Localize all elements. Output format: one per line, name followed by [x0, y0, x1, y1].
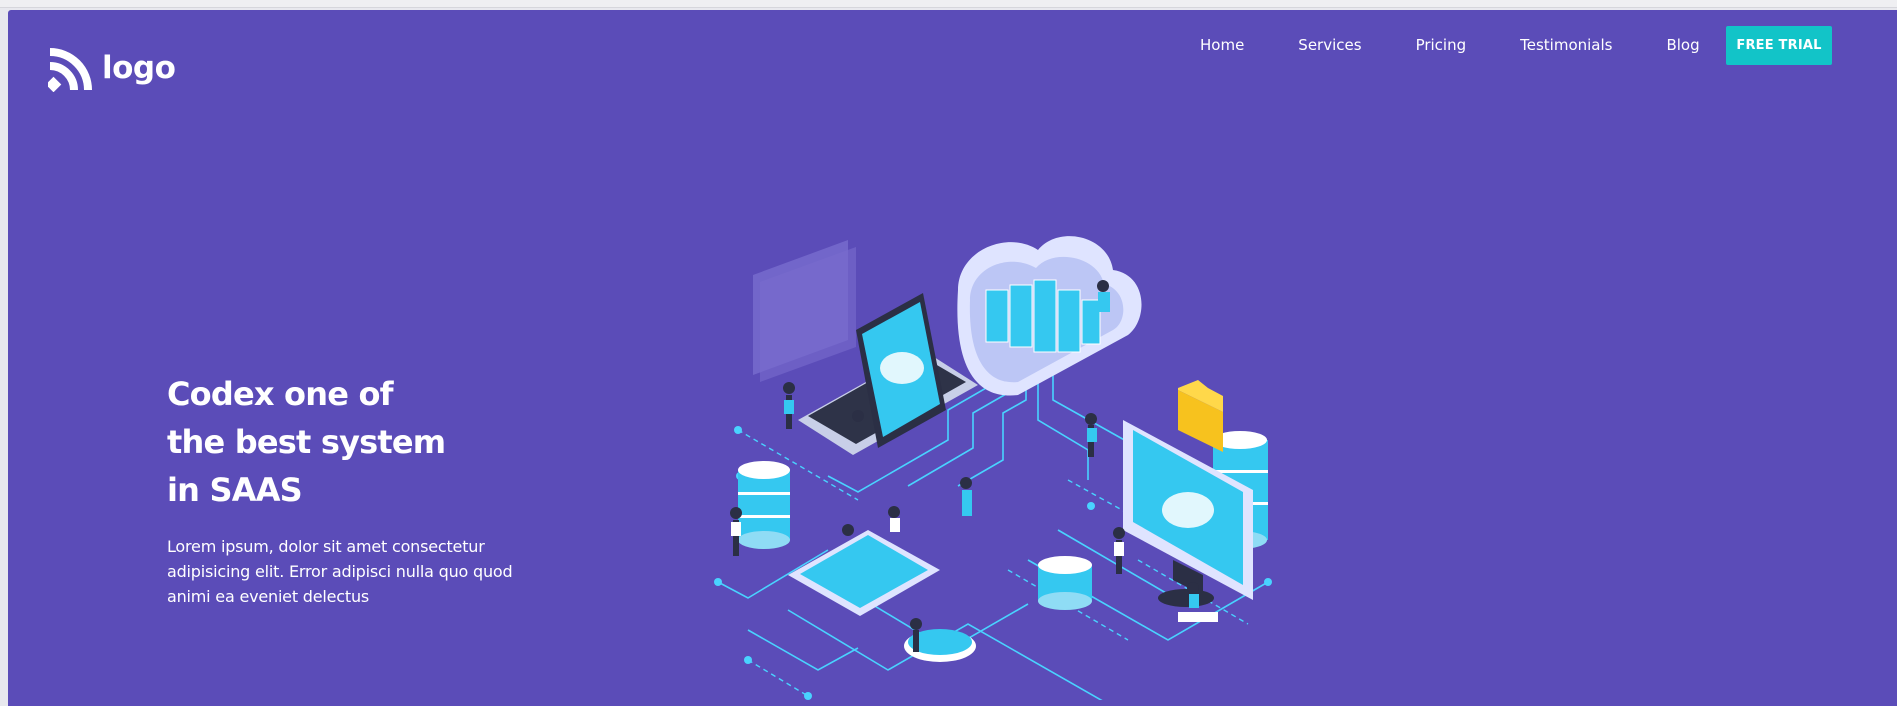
hero-title-line: in SAAS: [167, 471, 303, 509]
nav-pricing[interactable]: Pricing: [1416, 36, 1467, 54]
database-center: [1038, 556, 1092, 610]
logo-link[interactable]: logo: [48, 48, 176, 92]
signal-arcs-icon: [48, 48, 92, 92]
nav-blog[interactable]: Blog: [1666, 36, 1699, 54]
nav-services[interactable]: Services: [1298, 36, 1361, 54]
hero-title-line: the best system: [167, 423, 446, 461]
smartphone: [788, 530, 940, 616]
folder-icon: [1178, 380, 1223, 452]
hero-description: Lorem ipsum, dolor sit amet consectetur …: [167, 537, 513, 606]
nav-testimonials[interactable]: Testimonials: [1520, 36, 1612, 54]
cloud-network-illustration: [714, 236, 1272, 700]
database-left: [738, 461, 790, 549]
nav-home[interactable]: Home: [1200, 36, 1244, 54]
hero-title: Codex one of the best system in SAAS: [167, 370, 527, 514]
cloud-servers: [957, 236, 1142, 396]
browser-top-strip: [0, 0, 1897, 8]
hero-title-line: Codex one of: [167, 375, 394, 413]
logo-text: logo: [102, 50, 176, 86]
code-panel: [753, 240, 856, 382]
hero-section: logo Home Services Pricing Testimonials …: [8, 10, 1897, 706]
free-trial-button[interactable]: FREE TRIAL: [1726, 26, 1832, 65]
